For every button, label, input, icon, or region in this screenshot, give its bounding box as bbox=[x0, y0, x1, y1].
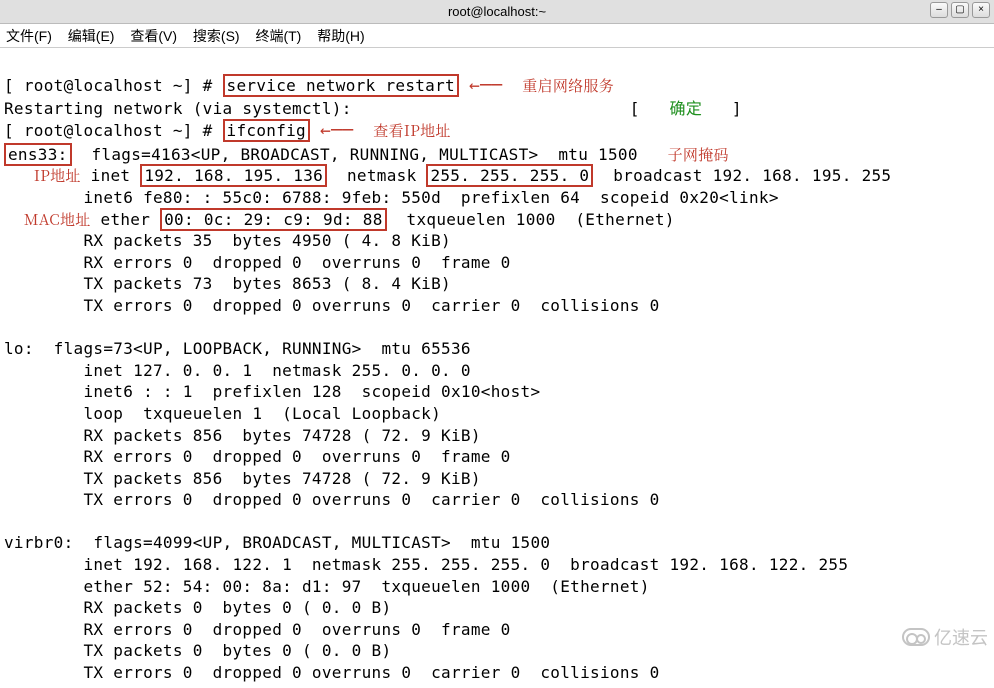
annotation-checkip: 查看IP地址 bbox=[373, 120, 451, 141]
arrow-icon: ←── bbox=[320, 120, 353, 141]
lo-inet: inet 127. 0. 0. 1 netmask 255. 0. 0. 0 bbox=[83, 361, 470, 380]
watermark-text: 亿速云 bbox=[934, 624, 988, 650]
arrow-icon: ←── bbox=[469, 75, 502, 96]
virbr0-ether: ether 52: 54: 00: 8a: d1: 97 txqueuelen … bbox=[83, 577, 649, 596]
virbr0-head: virbr0: flags=4099<UP, BROADCAST, MULTIC… bbox=[4, 533, 550, 552]
menu-help[interactable]: 帮助(H) bbox=[317, 28, 364, 44]
close-button[interactable]: × bbox=[972, 2, 990, 18]
prompt: [ root@localhost ~] # bbox=[4, 76, 213, 95]
lo-tx-errors: TX errors 0 dropped 0 overruns 0 carrier… bbox=[83, 490, 659, 509]
lo-rx-errors: RX errors 0 dropped 0 overruns 0 frame 0 bbox=[83, 447, 510, 466]
menu-search[interactable]: 搜索(S) bbox=[193, 28, 240, 44]
maximize-button[interactable]: ▢ bbox=[951, 2, 969, 18]
virbr0-rx-errors: RX errors 0 dropped 0 overruns 0 frame 0 bbox=[83, 620, 510, 639]
menu-terminal[interactable]: 终端(T) bbox=[255, 28, 301, 44]
prompt: [ root@localhost ~] # bbox=[4, 121, 213, 140]
cmd-service-restart: service network restart bbox=[223, 74, 459, 97]
ens33-rx-packets: RX packets 35 bytes 4950 ( 4. 8 KiB) bbox=[83, 231, 451, 250]
ens33-ip: 192. 168. 195. 136 bbox=[140, 164, 327, 187]
window-titlebar: root@localhost:~ – ▢ × bbox=[0, 0, 994, 24]
virbr0-tx-errors: TX errors 0 dropped 0 overruns 0 carrier… bbox=[83, 663, 659, 682]
virbr0-rx-packets: RX packets 0 bytes 0 ( 0. 0 B) bbox=[83, 598, 391, 617]
lo-inet6: inet6 : : 1 prefixlen 128 scopeid 0x10<h… bbox=[83, 382, 540, 401]
ens33-ether-tail: txqueuelen 1000 (Ethernet) bbox=[407, 210, 675, 229]
ens33-rx-errors: RX errors 0 dropped 0 overruns 0 frame 0 bbox=[83, 253, 510, 272]
restart-output: Restarting network (via systemctl): bbox=[4, 99, 352, 118]
annotation-mac: MAC地址 bbox=[24, 209, 91, 230]
ens33-broadcast: broadcast 192. 168. 195. 255 bbox=[613, 166, 891, 185]
lo-tx-packets: TX packets 856 bytes 74728 ( 72. 9 KiB) bbox=[83, 469, 480, 488]
ens33-mac: 00: 0c: 29: c9: 9d: 88 bbox=[160, 208, 387, 231]
cloud-icon bbox=[902, 628, 930, 646]
minimize-button[interactable]: – bbox=[930, 2, 948, 18]
terminal-output[interactable]: [ root@localhost ~] # service network re… bbox=[0, 48, 994, 688]
ens33-netmask: 255. 255. 255. 0 bbox=[426, 164, 593, 187]
lo-loop: loop txqueuelen 1 (Local Loopback) bbox=[83, 404, 441, 423]
ens33-tx-packets: TX packets 73 bytes 8653 ( 8. 4 KiB) bbox=[83, 274, 451, 293]
lo-rx-packets: RX packets 856 bytes 74728 ( 72. 9 KiB) bbox=[83, 426, 480, 445]
window-title: root@localhost:~ bbox=[448, 4, 546, 19]
menu-file[interactable]: 文件(F) bbox=[6, 28, 52, 44]
menu-edit[interactable]: 编辑(E) bbox=[68, 28, 115, 44]
annotation-ip: IP地址 bbox=[34, 165, 81, 186]
ens33-inet6: inet6 fe80: : 55c0: 6788: 9feb: 550d pre… bbox=[83, 188, 778, 207]
iface-ens33: ens33: bbox=[4, 143, 72, 166]
annotation-subnet: 子网掩码 bbox=[668, 144, 729, 165]
menu-view[interactable]: 查看(V) bbox=[130, 28, 177, 44]
annotation-restart: 重启网络服务 bbox=[522, 75, 614, 96]
lo-head: lo: flags=73<UP, LOOPBACK, RUNNING> mtu … bbox=[4, 339, 471, 358]
ens33-tx-errors: TX errors 0 dropped 0 overruns 0 carrier… bbox=[83, 296, 659, 315]
virbr0-tx-packets: TX packets 0 bytes 0 ( 0. 0 B) bbox=[83, 641, 391, 660]
ens33-flags: flags=4163<UP, BROADCAST, RUNNING, MULTI… bbox=[91, 145, 637, 164]
status-ok: 确定 bbox=[670, 99, 703, 118]
cmd-ifconfig: ifconfig bbox=[223, 119, 310, 142]
menubar: 文件(F) 编辑(E) 查看(V) 搜索(S) 终端(T) 帮助(H) bbox=[0, 24, 994, 48]
virbr0-inet: inet 192. 168. 122. 1 netmask 255. 255. … bbox=[83, 555, 848, 574]
watermark: 亿速云 bbox=[902, 624, 988, 650]
